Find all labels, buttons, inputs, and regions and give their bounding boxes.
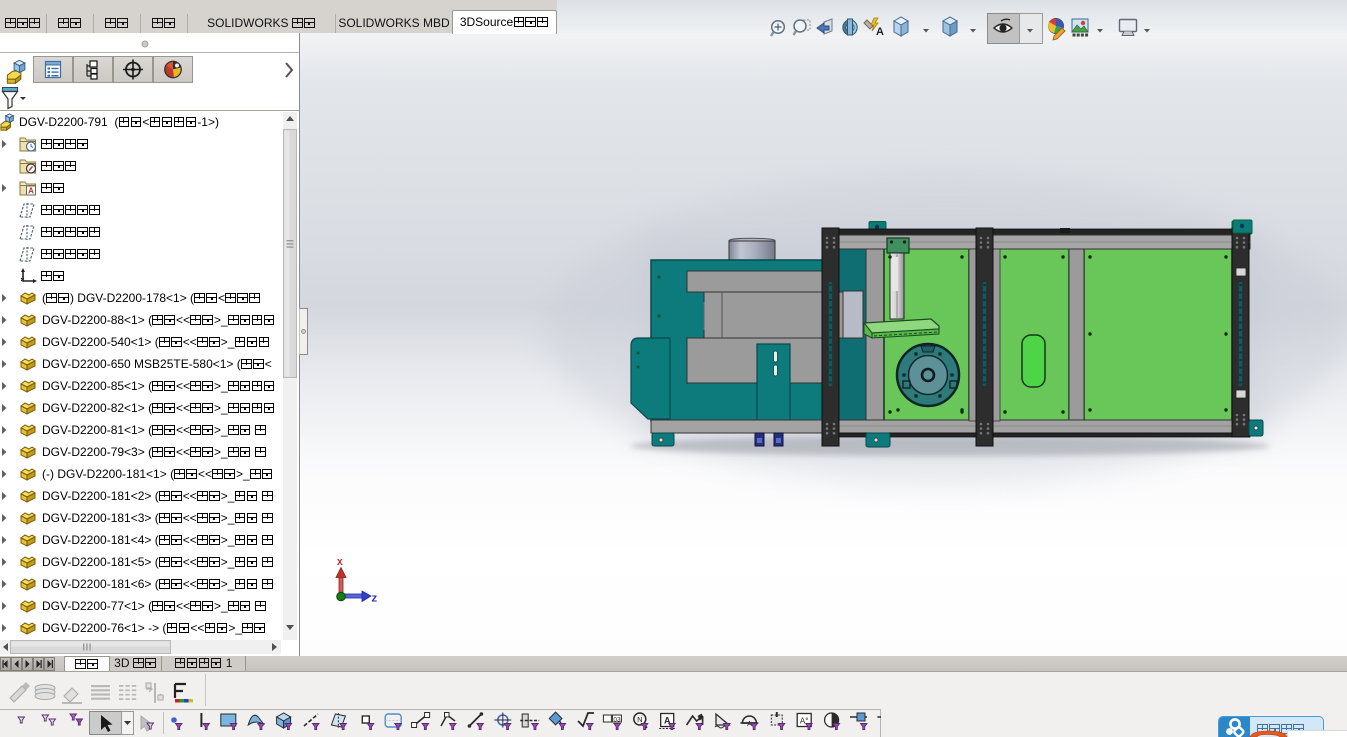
svg-text:Z: Z <box>372 594 378 605</box>
svg-text:X: X <box>337 557 343 568</box>
